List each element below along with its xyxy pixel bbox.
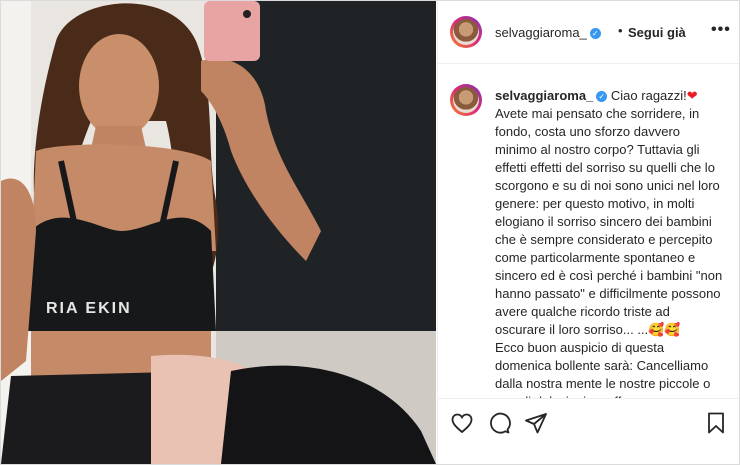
paper-plane-icon[interactable] (524, 411, 548, 435)
heart-emoji-icon: ❤ (686, 88, 698, 103)
caption-username[interactable]: selvaggiaroma_ (495, 88, 593, 103)
caption-greeting: Ciao ragazzi! (610, 88, 687, 103)
verified-badge-icon: ✓ (589, 28, 601, 40)
smiling-face-emoji-icon: 🥰🥰 (648, 322, 681, 337)
caption-avatar[interactable] (450, 84, 482, 116)
author-avatar[interactable] (450, 16, 482, 48)
heart-outline-icon[interactable] (450, 411, 474, 435)
following-button[interactable]: Segui già (628, 25, 686, 40)
caption-body: Avete mai pensato che sorridere, in fond… (495, 106, 726, 337)
caption-body-continued: Ecco buon auspicio di questa domenica bo… (495, 340, 711, 398)
post-side-panel: selvaggiaroma_ ✓ • Segui già ••• selvaggi… (437, 1, 739, 464)
mirror-selfie-image: RIA EKIN (1, 1, 436, 464)
bra-wordmark: RIA EKIN (46, 300, 132, 317)
caption-comment: selvaggiaroma_ ✓ Ciao ragazzi!❤ Avete mai… (438, 63, 739, 398)
instagram-post: RIA EKIN selvaggiaroma_ ✓ • Segui già •••… (0, 0, 740, 465)
header-separator: • (618, 23, 623, 38)
post-photo[interactable]: RIA EKIN (1, 1, 436, 464)
more-options-icon[interactable]: ••• (711, 21, 731, 39)
caption-verified-badge-icon: ✓ (596, 91, 608, 103)
post-header: selvaggiaroma_ ✓ • Segui già ••• (438, 1, 739, 64)
bookmark-icon[interactable] (704, 411, 728, 435)
author-username[interactable]: selvaggiaroma_ ✓ (495, 25, 601, 40)
action-bar (438, 398, 739, 464)
caption-text: selvaggiaroma_ ✓ Ciao ragazzi!❤ Avete mai… (495, 87, 723, 398)
comment-bubble-icon[interactable] (487, 411, 511, 435)
